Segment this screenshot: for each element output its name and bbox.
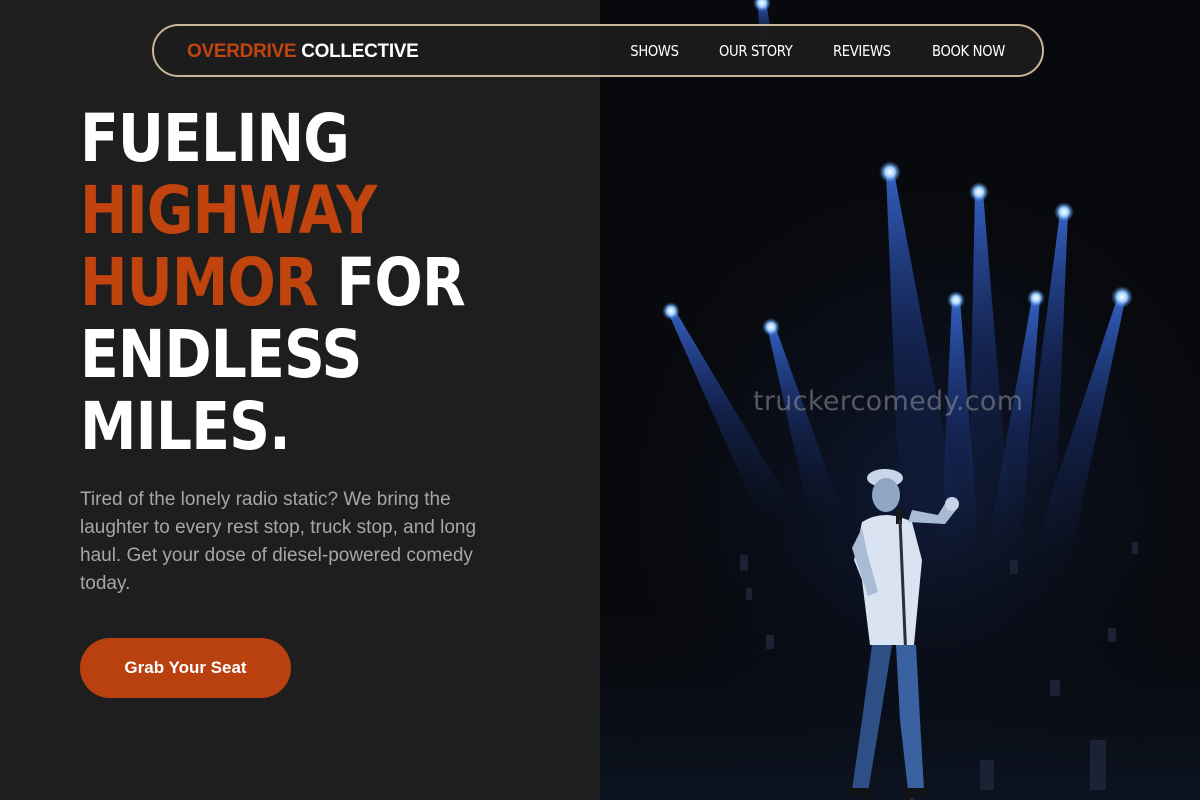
nav-link-our-story[interactable]: OUR STORY (719, 42, 793, 60)
brand-logo[interactable]: OVERDRIVE COLLECTIVE (187, 26, 419, 75)
headline-line-3: HUMOR FOR (80, 247, 510, 319)
headline-line-4: ENDLESS (80, 316, 362, 393)
nav-link-reviews[interactable]: REVIEWS (833, 42, 891, 60)
hero-subtext: Tired of the lonely radio static? We bri… (80, 489, 477, 594)
headline-line-2: HIGHWAY (80, 172, 377, 249)
brand-accent-text: OVERDRIVE (187, 41, 297, 62)
nav-links: SHOWS OUR STORY REVIEWS BOOK NOW (627, 26, 1010, 75)
page: truckercomedy.com OVERDRIVE COLLECTIVE S… (0, 0, 1200, 800)
top-navbar: OVERDRIVE COLLECTIVE SHOWS OUR STORY REV… (152, 24, 1044, 77)
headline-accent-word: HUMOR (80, 244, 319, 321)
brand-main-text: COLLECTIVE (301, 41, 419, 62)
nav-link-shows[interactable]: SHOWS (630, 42, 679, 60)
watermark-text: truckercomedy.com (753, 386, 1024, 417)
hero-headline: FUELING HIGHWAY HUMOR FOR ENDLESS MILES. (80, 103, 580, 463)
headline-line-1: FUELING (80, 100, 350, 177)
headline-line-3-rest: FOR (317, 244, 466, 321)
nav-link-book-now[interactable]: BOOK NOW (932, 42, 1005, 60)
grab-your-seat-button[interactable]: Grab Your Seat (80, 638, 291, 698)
headline-line-5: MILES. (80, 388, 291, 465)
